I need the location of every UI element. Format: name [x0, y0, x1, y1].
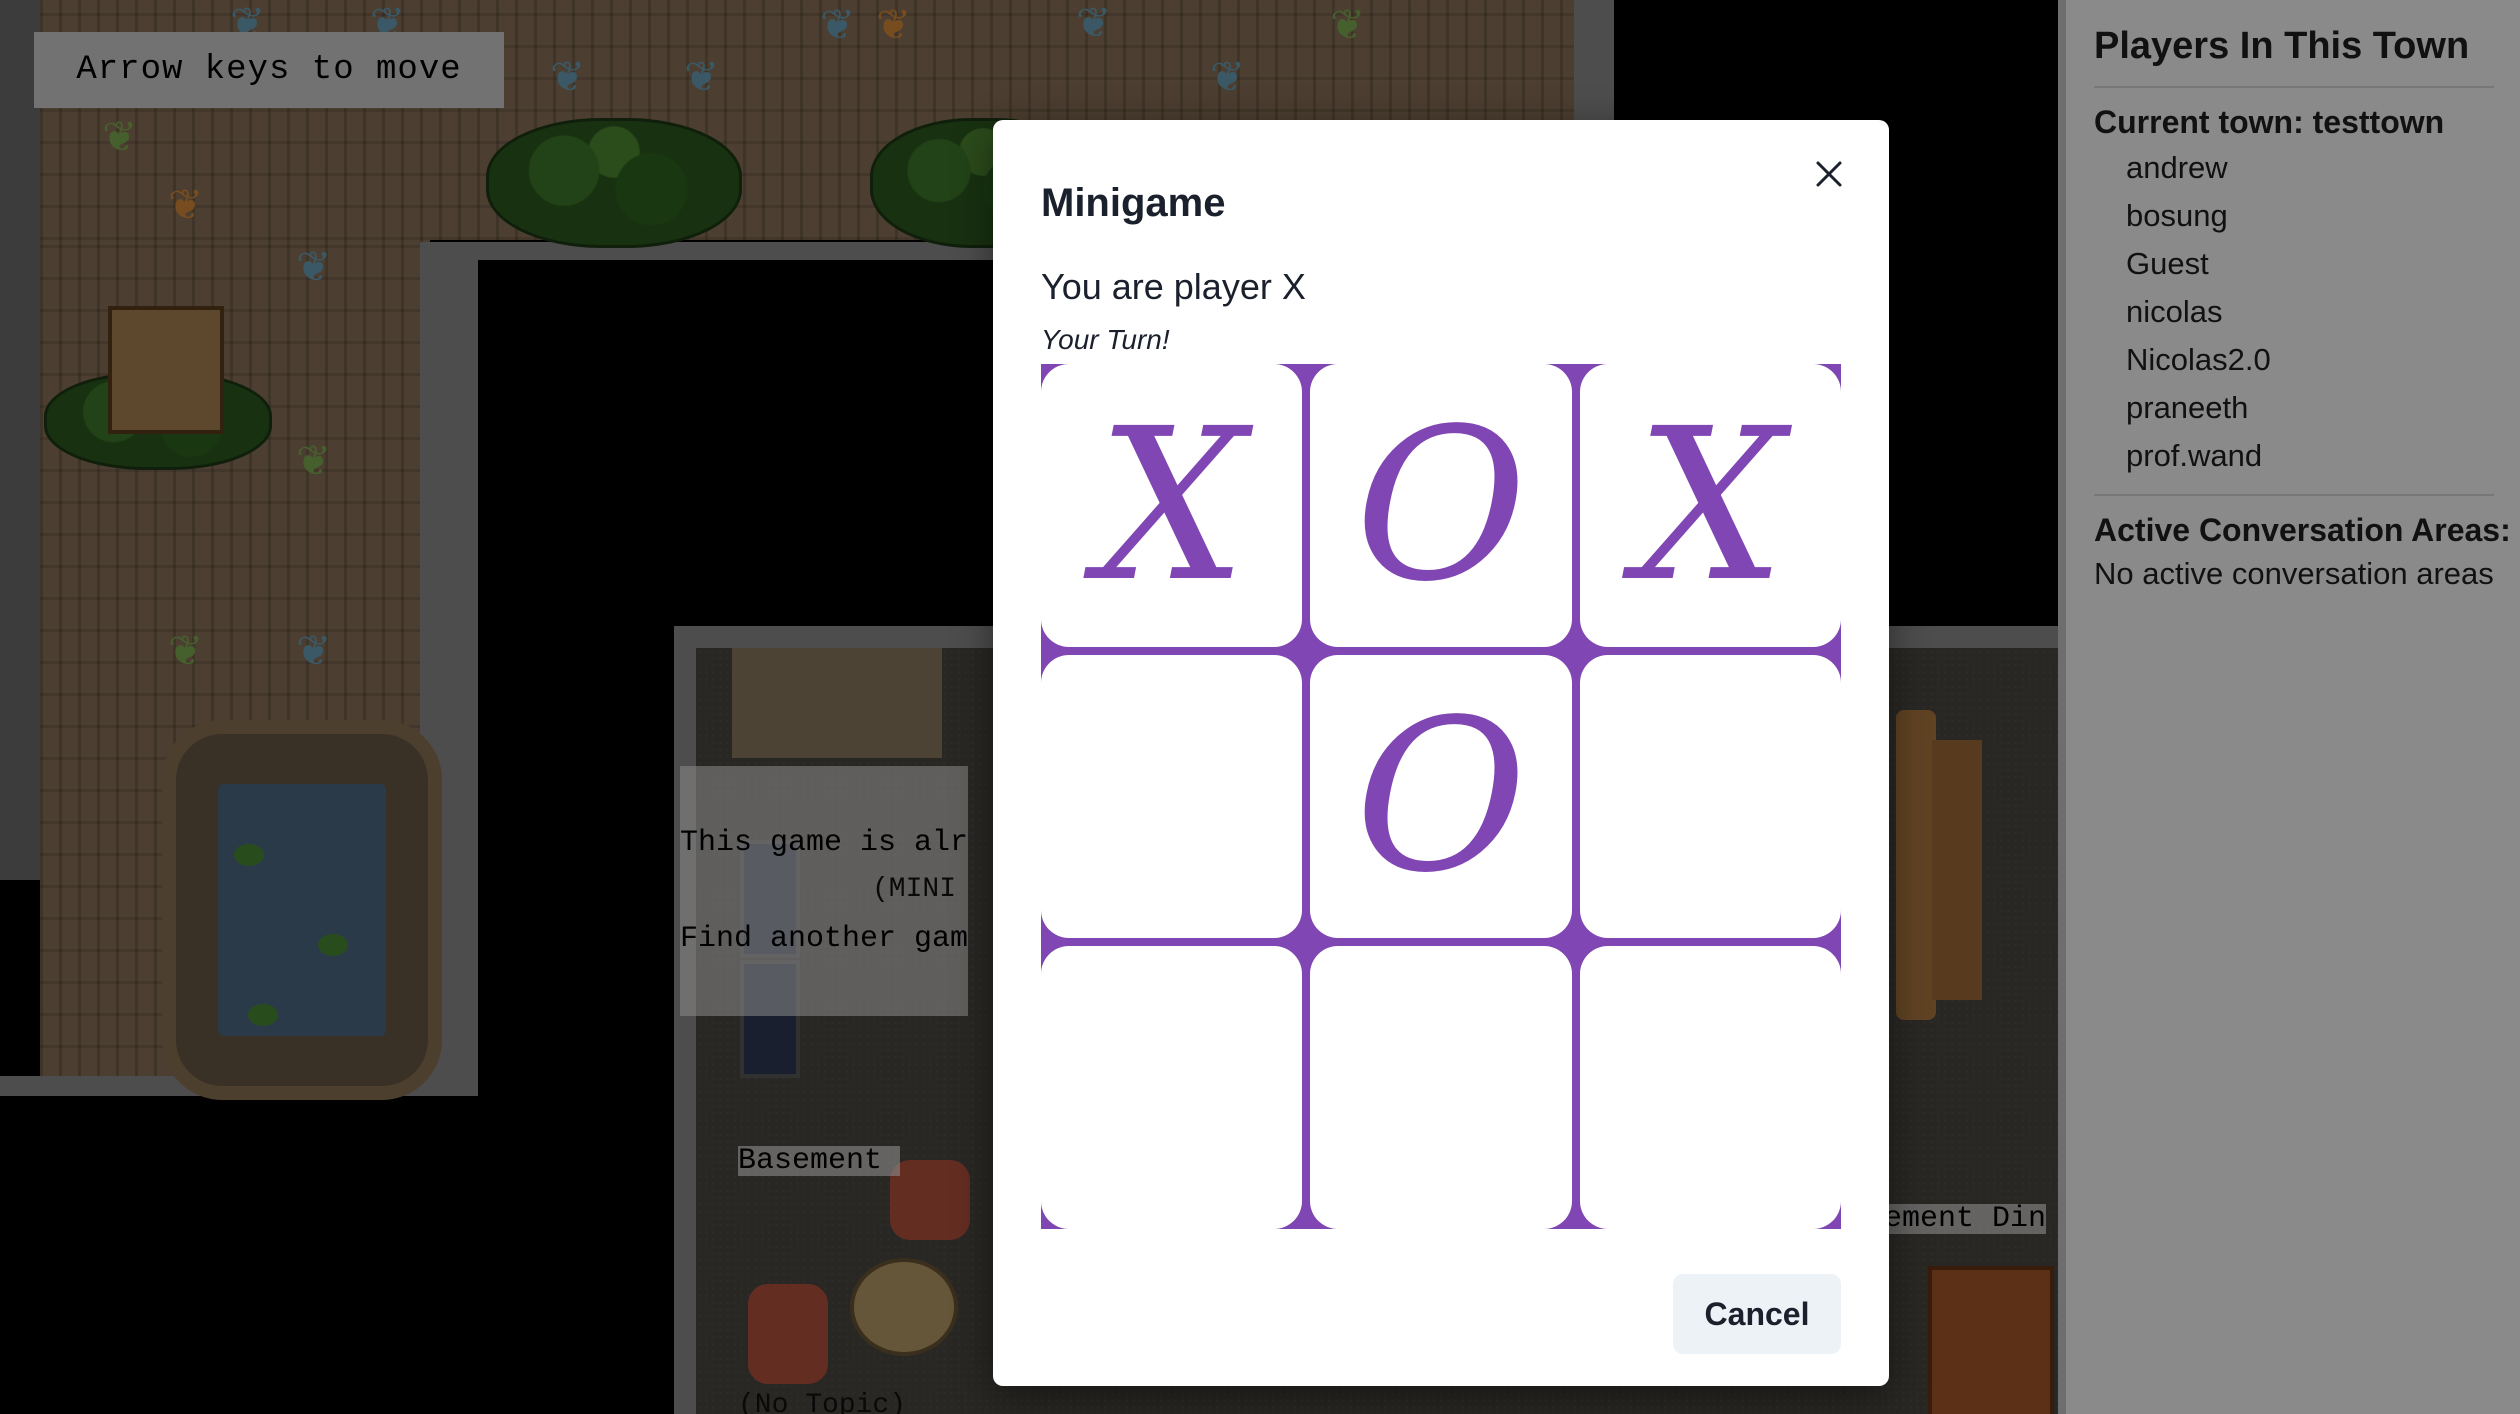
player-list-item: prof.wand	[2126, 438, 2263, 473]
board-cell[interactable]	[1041, 655, 1303, 938]
board-cell[interactable]: X	[1579, 364, 1841, 647]
players-sidebar: Players In This Town Current town: testt…	[2058, 0, 2520, 1414]
divider	[2094, 494, 2494, 496]
active-areas-title: Active Conversation Areas:	[2094, 512, 2511, 548]
close-button[interactable]	[1803, 148, 1855, 200]
player-list-item: bosung	[2126, 198, 2228, 233]
sidebar-title: Players In This Town	[2094, 25, 2470, 67]
tic-tac-toe-board: X O X O	[1041, 364, 1841, 1229]
current-town-label: Current town: testtown	[2094, 104, 2445, 140]
player-list-item: andrew	[2126, 150, 2228, 185]
player-list-item: Guest	[2126, 246, 2209, 281]
board-cell[interactable]	[1310, 946, 1572, 1229]
close-icon	[1816, 161, 1842, 187]
player-list-item: praneeth	[2126, 390, 2249, 425]
board-cell[interactable]: X	[1041, 364, 1303, 647]
board-cell[interactable]	[1579, 946, 1841, 1229]
player-list-item: nicolas	[2126, 294, 2223, 329]
modal-title: Minigame	[1041, 181, 1226, 225]
board-cell[interactable]: O	[1310, 655, 1572, 938]
divider	[2094, 86, 2494, 88]
turn-indicator: Your Turn!	[1041, 324, 1170, 355]
board-cell[interactable]	[1579, 655, 1841, 938]
player-list: andrew bosung Guest nicolas Nicolas2.0 p…	[2094, 144, 2520, 480]
board-cell[interactable]	[1041, 946, 1303, 1229]
active-areas-empty: No active conversation areas	[2094, 556, 2494, 591]
cancel-button[interactable]: Cancel	[1673, 1274, 1841, 1354]
board-cell[interactable]: O	[1310, 364, 1572, 647]
app-root: ❦ ❦ ❦ ❦ ❦ ❦ ❦ ❦ ❦ ❦ ❦ ❦ ❦ ❦ ❦ This game …	[0, 0, 2520, 1414]
player-list-item: Nicolas2.0	[2126, 342, 2271, 377]
player-indicator: You are player X	[1041, 266, 1306, 307]
minigame-modal: Minigame You are player X Your Turn! X O…	[993, 120, 1889, 1386]
